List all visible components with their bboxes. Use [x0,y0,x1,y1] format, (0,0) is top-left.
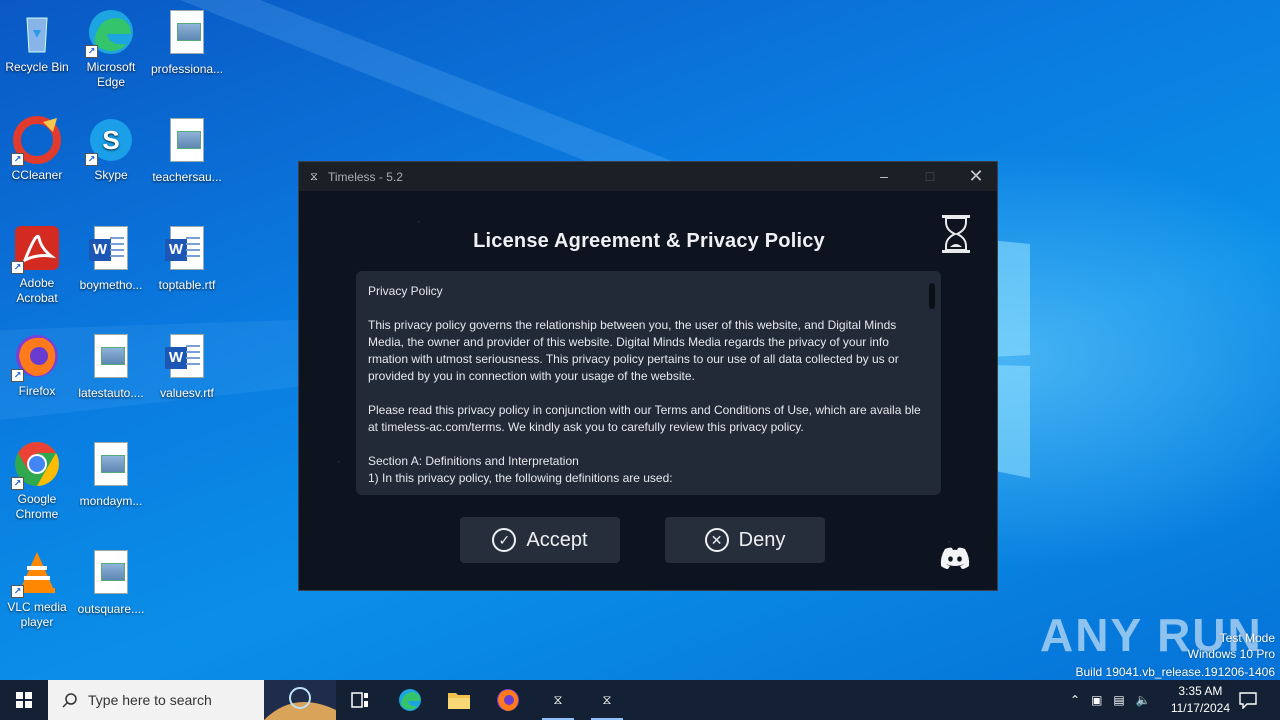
svg-text:S: S [102,125,119,155]
search-placeholder: Type here to search [88,692,212,708]
system-tray: ⌃ ▣ ▤ 🔈 [1070,680,1151,720]
firefox-icon [497,689,519,711]
taskbar-firefox-button[interactable] [484,680,532,720]
image-file-icon [87,442,135,490]
task-view-icon [351,692,368,708]
timeless-window: ⧖ Timeless - 5.2 – □ ✕ License Agreement… [298,161,998,591]
acrobat-icon: ↗ [11,224,61,274]
image-file-icon [87,550,135,598]
volume-icon[interactable]: 🔈 [1136,693,1151,707]
taskbar-edge-button[interactable] [386,680,434,720]
taskbar-timeless-button-1[interactable]: ⧖ [534,680,582,720]
word-file-icon: W [87,226,135,274]
policy-paragraph-2: Please read this privacy policy in conju… [368,403,921,434]
taskbar-search-box[interactable]: Type here to search [48,680,336,720]
acrobat-shortcut[interactable]: ↗ Adobe Acrobat [1,224,73,306]
build-text: Build 19041.vb_release.191206-1406 [1075,665,1276,679]
search-icon [62,693,77,708]
image-file-icon [163,10,211,58]
file-valuesv-shortcut[interactable]: W valuesv.rtf [151,332,223,401]
notifications-button[interactable] [1226,680,1270,720]
clock-time: 3:35 AM [1178,684,1223,698]
chrome-shortcut[interactable]: ↗ Google Chrome [1,440,73,522]
skype-shortcut[interactable]: S ↗ Skype [75,116,147,183]
deny-label: Deny [738,528,786,551]
file-professiona-shortcut[interactable]: professiona... [151,8,223,77]
policy-section-title: Section A: Definitions and Interpretatio… [368,454,579,468]
edge-icon: ↗ [85,8,135,58]
vlc-shortcut[interactable]: ↗ VLC media player [1,548,73,630]
taskbar-timeless-button-2[interactable]: ⧖ [583,680,631,720]
close-button[interactable]: ✕ [953,162,997,191]
edge-shortcut[interactable]: ↗ Microsoft Edge [75,8,147,90]
file-latestauto-shortcut[interactable]: latestauto.... [75,332,147,401]
taskbar: Type here to search ⧖ ⧖ ⌃ ▣ ▤ 🔈 3:35 AM … [0,680,1280,720]
skype-icon: S ↗ [85,116,135,166]
policy-scrollbar-thumb[interactable] [929,283,935,309]
accept-button[interactable]: ✓ Accept [460,517,620,563]
file-teachersau-shortcut[interactable]: teachersau... [151,116,223,185]
test-mode-text: Test Mode [1219,631,1275,645]
start-button[interactable] [0,680,48,720]
timeless-app-icon: ⧖ [310,170,318,183]
hourglass-icon [942,215,970,253]
chevron-up-icon[interactable]: ⌃ [1070,693,1080,707]
clock-date: 11/17/2024 [1170,701,1230,715]
timeless-app-icon: ⧖ [553,692,563,707]
ccleaner-icon: ↗ [11,116,61,166]
folder-icon [448,693,470,709]
vlc-icon: ↗ [11,548,61,598]
image-file-icon [87,334,135,382]
device-icon[interactable]: ▣ [1091,693,1102,707]
firefox-icon: ↗ [11,332,61,382]
policy-heading: Privacy Policy [368,284,443,298]
minimize-button[interactable]: – [861,162,907,191]
file-mondaym-shortcut[interactable]: mondaym... [75,440,147,509]
clock[interactable]: 3:35 AM 11/17/2024 [1171,683,1230,717]
taskbar-explorer-button[interactable] [435,680,483,720]
accept-label: Accept [526,528,588,551]
word-file-icon: W [163,226,211,274]
ccleaner-shortcut[interactable]: ↗ CCleaner [1,116,73,183]
policy-section-line: 1) In this privacy policy, the following… [368,471,673,485]
chrome-icon: ↗ [11,440,61,490]
file-boymetho-shortcut[interactable]: W boymetho... [75,224,147,293]
os-edition-text: Windows 10 Pro [1187,647,1275,661]
recycle-bin-icon [13,8,61,56]
network-icon[interactable]: ▤ [1113,693,1124,707]
window-title: Timeless - 5.2 [328,169,403,184]
word-file-icon: W [163,334,211,382]
dialog-heading: License Agreement & Privacy Policy [473,230,825,252]
deny-button[interactable]: ✕ Deny [665,517,825,563]
task-view-button[interactable] [336,680,384,720]
maximize-button[interactable]: □ [907,162,953,191]
policy-paragraph-1: This privacy policy governs the relation… [368,318,899,383]
check-circle-icon: ✓ [492,528,517,552]
firefox-shortcut[interactable]: ↗ Firefox [1,332,73,399]
file-outsquare-shortcut[interactable]: outsquare.... [75,548,147,617]
search-highlight-icon [264,680,336,720]
timeless-app-icon: ⧖ [602,692,612,707]
discord-icon[interactable] [939,546,971,570]
x-circle-icon: ✕ [704,528,729,552]
privacy-policy-panel[interactable]: Privacy Policy This privacy policy gover… [356,271,941,495]
notification-icon [1239,692,1257,709]
file-toptable-shortcut[interactable]: W toptable.rtf [151,224,223,293]
image-file-icon [163,118,211,166]
recycle-bin-shortcut[interactable]: Recycle Bin [1,8,73,75]
edge-icon [399,689,421,711]
windows-logo-icon [16,692,32,708]
